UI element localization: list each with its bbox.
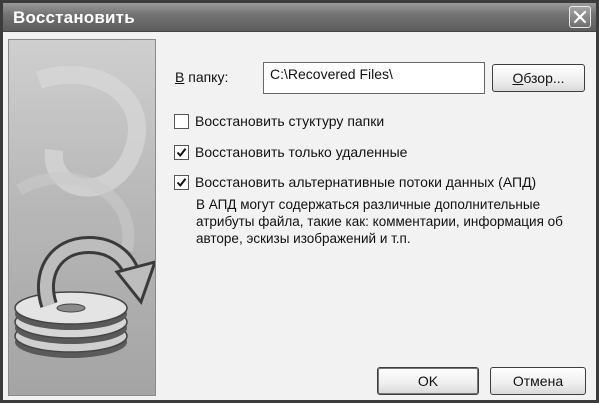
- folder-label: В папку:: [175, 69, 228, 85]
- window-title: Восстановить: [13, 8, 135, 27]
- restore-dialog: Восстановить В папку: Обзо: [0, 0, 599, 403]
- cancel-button[interactable]: Отмена: [490, 367, 586, 395]
- option-label: Восстановить только удаленные: [195, 144, 408, 160]
- checkmark-icon: [176, 148, 187, 158]
- option-label: Восстановить альтернативные потоки данны…: [195, 174, 537, 190]
- ads-description: В АПД могут содержаться различные дополн…: [196, 197, 563, 246]
- browse-accel: О: [512, 70, 524, 86]
- folder-path-input[interactable]: [263, 62, 485, 94]
- ok-button[interactable]: OK: [377, 367, 479, 395]
- checkbox-restore-deleted-only[interactable]: [174, 145, 189, 160]
- option-label: Восстановить стуктуру папки: [195, 113, 385, 129]
- checkbox-restore-ads[interactable]: [174, 175, 189, 190]
- close-button[interactable]: [569, 6, 591, 28]
- browse-label: бзор...: [523, 70, 565, 86]
- side-illustration: [8, 39, 156, 396]
- folder-label-text: папку:: [184, 69, 229, 85]
- checkmark-icon: [176, 178, 187, 188]
- disk-restore-icon: [14, 65, 155, 358]
- title-bar[interactable]: Восстановить: [3, 3, 596, 32]
- folder-label-accel: В: [175, 69, 185, 85]
- close-icon: [573, 10, 587, 24]
- checkbox-restore-structure[interactable]: [174, 114, 189, 129]
- browse-button[interactable]: Обзор...: [492, 64, 585, 92]
